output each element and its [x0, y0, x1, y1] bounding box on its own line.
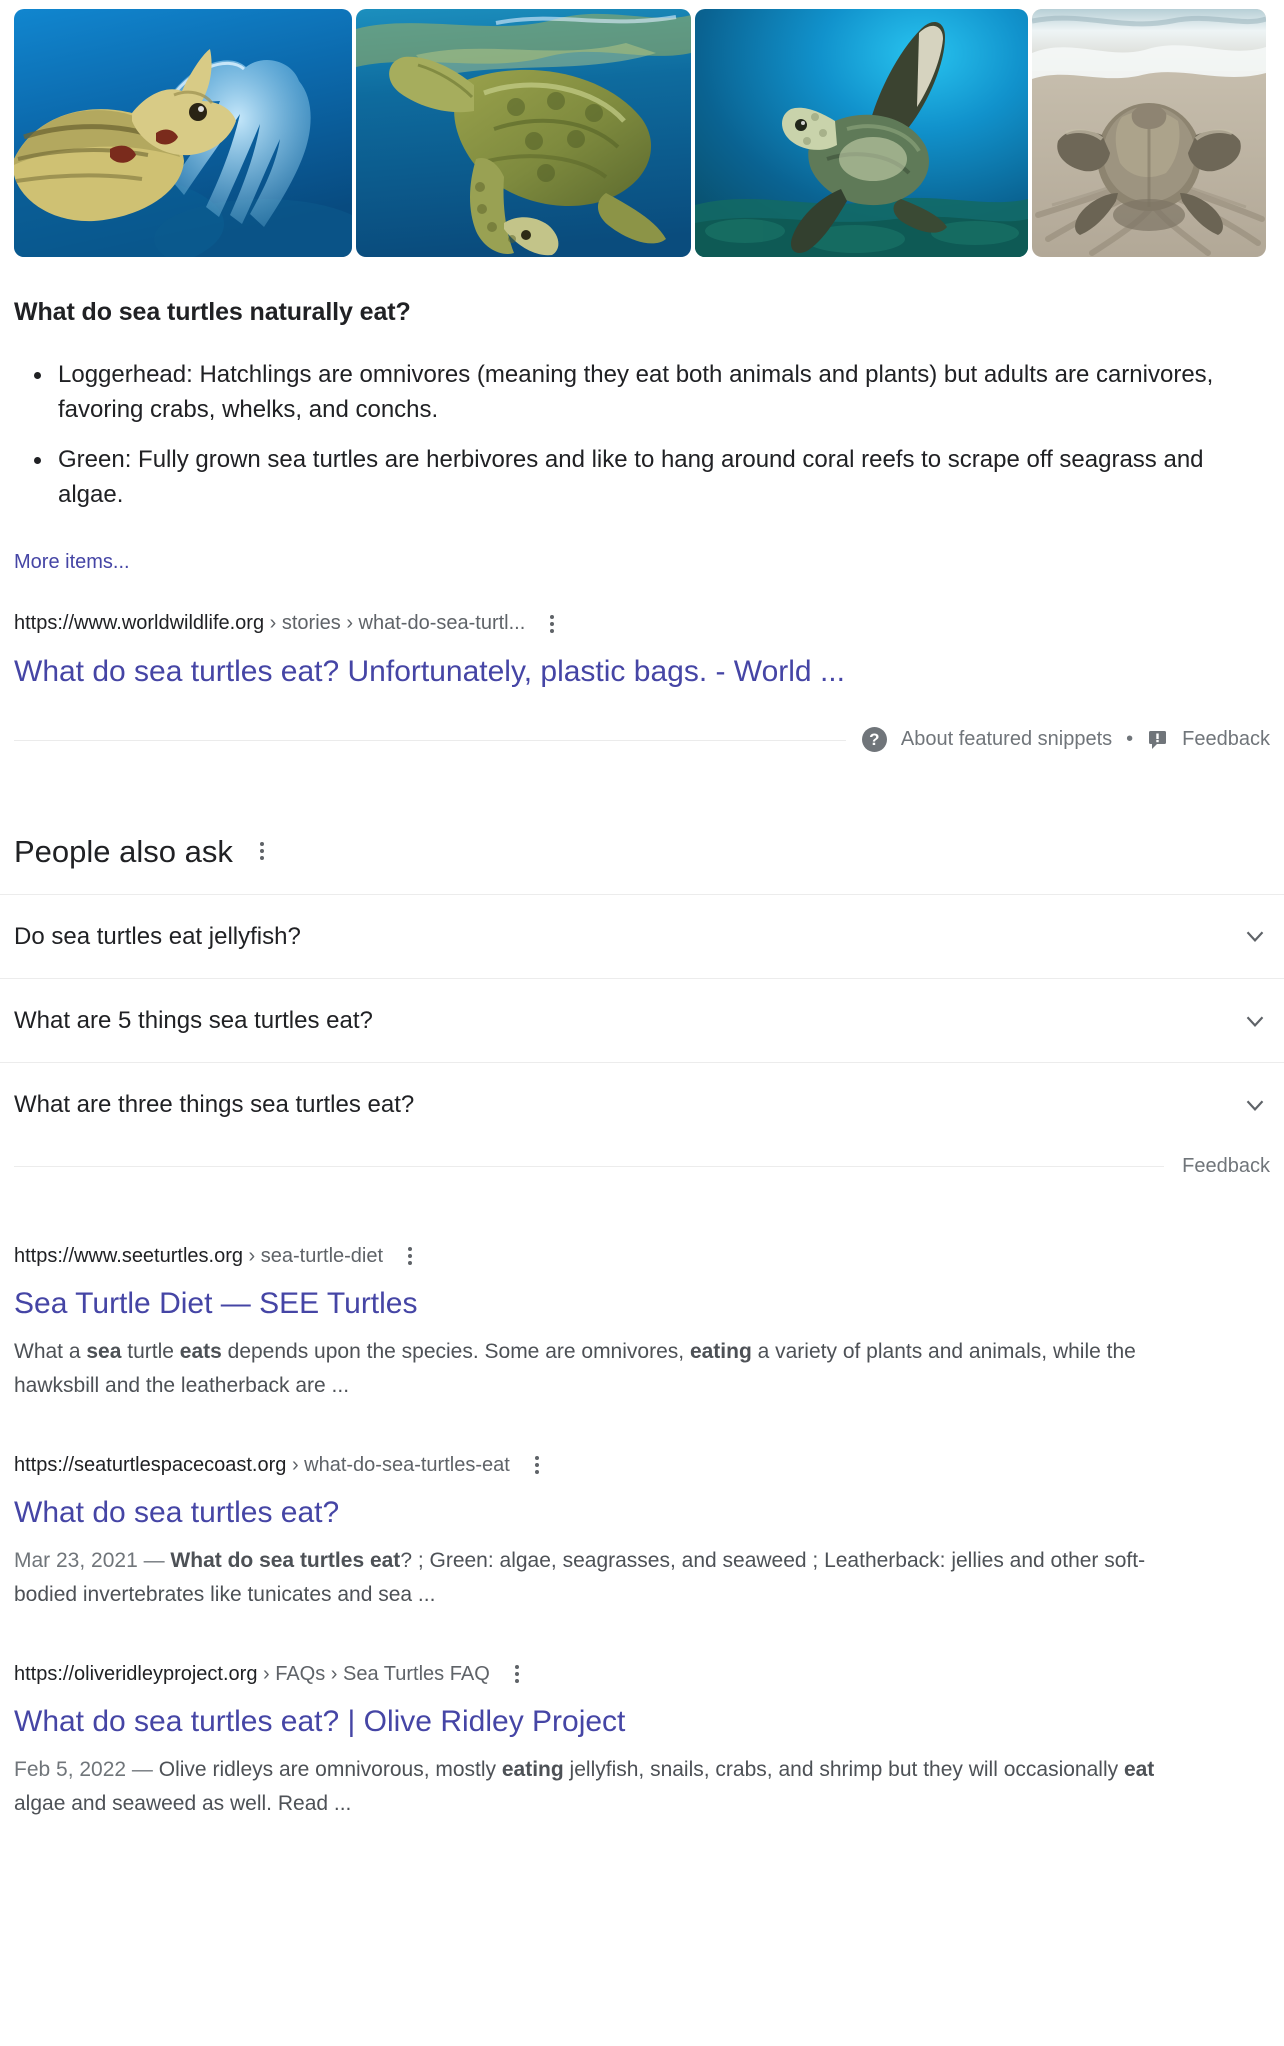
result-url[interactable]: https://seaturtlespacecoast.org › what-d… [14, 1454, 510, 1477]
result-domain: https://www.worldwildlife.org [14, 612, 265, 635]
result-title-link[interactable]: Sea Turtle Diet — SEE Turtles [14, 1284, 1270, 1323]
people-also-ask-kebab-icon[interactable] [251, 837, 273, 865]
result-breadcrumbs: › FAQs › Sea Turtles FAQ [263, 1662, 490, 1685]
featured-snippet-footer: ? About featured snippets • Feedback [14, 725, 1270, 755]
chevron-down-icon[interactable] [1240, 1006, 1270, 1036]
result-url[interactable]: https://oliveridleyproject.org › FAQs › … [14, 1663, 490, 1686]
people-also-ask-header: People also ask [0, 833, 1284, 870]
snippet-bullet-green: Green: Fully grown sea turtles are herbi… [34, 442, 1270, 513]
result-title-link[interactable]: What do sea turtles eat? | Olive Ridley … [14, 1702, 1270, 1741]
people-also-ask-title: People also ask [14, 833, 233, 869]
result-snippet: Feb 5, 2022 — Olive ridleys are omnivoro… [14, 1758, 1155, 1816]
result-url-row: https://www.seeturtles.org › sea-turtle-… [14, 1242, 1270, 1270]
chevron-down-icon[interactable] [1240, 921, 1270, 951]
footer-items: ? About featured snippets • Feedback [845, 727, 1270, 753]
result-options-kebab-icon[interactable] [399, 1242, 421, 1270]
result-url[interactable]: https://www.seeturtles.org › sea-turtle-… [14, 1245, 383, 1268]
paa-question-item[interactable]: Do sea turtles eat jellyfish? [0, 893, 1284, 978]
people-also-ask-list: Do sea turtles eat jellyfish? What are 5… [0, 893, 1284, 1147]
result-options-kebab-icon[interactable] [506, 1660, 528, 1688]
paa-question-item[interactable]: What are three things sea turtles eat? [0, 1062, 1284, 1146]
paa-question-text: What are 5 things sea turtles eat? [14, 1006, 373, 1034]
help-question-icon: ? [861, 727, 887, 753]
result-snippet: What a sea turtle eats depends upon the … [14, 1340, 1136, 1398]
sea-turtle-eating-plastic-bag-icon [14, 9, 352, 257]
image-thumb-green-sea-turtle-swimming[interactable] [356, 9, 691, 257]
sea-turtle-nesting-on-beach-icon [1032, 9, 1266, 257]
result-breadcrumbs: › stories › what-do-sea-turtl... [269, 612, 526, 635]
footer-separator: • [1126, 728, 1134, 751]
result-domain: https://seaturtlespacecoast.org [14, 1453, 287, 1476]
people-also-ask-feedback-link[interactable]: Feedback [1164, 1154, 1270, 1178]
image-thumb-sea-turtle-eating-plastic-bag[interactable] [14, 9, 352, 257]
result-url-row: https://seaturtlespacecoast.org › what-d… [14, 1451, 1270, 1479]
image-thumb-sea-turtle-flipper-up[interactable] [695, 9, 1028, 257]
result-url[interactable]: https://www.worldwildlife.org › stories … [14, 612, 525, 635]
result-breadcrumbs: › sea-turtle-diet [248, 1244, 384, 1267]
feedback-flag-icon [1147, 729, 1168, 750]
more-items-link[interactable]: More items... [14, 551, 130, 574]
featured-snippet-bullet-list: Loggerhead: Hatchlings are omnivores (me… [14, 357, 1270, 513]
green-sea-turtle-swimming-icon [356, 9, 691, 257]
chevron-down-icon[interactable] [1240, 1090, 1270, 1120]
result-breadcrumbs: › what-do-sea-turtles-eat [291, 1453, 510, 1476]
result-title-link[interactable]: What do sea turtles eat? [14, 1493, 1270, 1532]
featured-snippet-feedback-link[interactable]: Feedback [1182, 728, 1270, 751]
paa-footer-divider [14, 1166, 1270, 1168]
result-options-kebab-icon[interactable] [526, 1451, 548, 1479]
featured-snippet-source-result: https://www.worldwildlife.org › stories … [0, 610, 1284, 691]
result-domain: https://oliveridleyproject.org [14, 1662, 258, 1685]
result-title-link[interactable]: What do sea turtles eat? Unfortunately, … [14, 652, 1270, 691]
organic-results-list: https://www.seeturtles.org › sea-turtle-… [0, 1242, 1284, 1821]
paa-question-text: Do sea turtles eat jellyfish? [14, 922, 301, 950]
result-snippet: Mar 23, 2021 — What do sea turtles eat? … [14, 1549, 1146, 1607]
people-also-ask-footer: Feedback [14, 1152, 1270, 1180]
sea-turtle-flipper-up-icon [695, 9, 1028, 257]
featured-snippet: What do sea turtles naturally eat? Logge… [0, 296, 1284, 574]
paa-question-item[interactable]: What are 5 things sea turtles eat? [0, 977, 1284, 1062]
search-results-page: What do sea turtles naturally eat? Logge… [0, 0, 1284, 2046]
about-featured-snippets-link[interactable]: About featured snippets [901, 728, 1112, 751]
image-results-strip [0, 0, 1284, 258]
search-result: https://oliveridleyproject.org › FAQs › … [0, 1660, 1284, 1821]
result-options-kebab-icon[interactable] [541, 610, 563, 638]
image-thumb-sea-turtle-nesting-on-beach[interactable] [1032, 9, 1266, 257]
featured-snippet-heading: What do sea turtles naturally eat? [14, 298, 411, 326]
paa-question-text: What are three things sea turtles eat? [14, 1091, 415, 1119]
snippet-bullet-loggerhead: Loggerhead: Hatchlings are omnivores (me… [34, 357, 1270, 428]
result-url-row: https://www.worldwildlife.org › stories … [14, 610, 1270, 638]
result-url-row: https://oliveridleyproject.org › FAQs › … [14, 1660, 1270, 1688]
people-also-ask-section: People also ask Do sea turtles eat jelly… [0, 833, 1284, 1181]
search-result: https://seaturtlespacecoast.org › what-d… [0, 1451, 1284, 1612]
result-domain: https://www.seeturtles.org [14, 1244, 243, 1267]
search-result: https://www.seeturtles.org › sea-turtle-… [0, 1242, 1284, 1403]
